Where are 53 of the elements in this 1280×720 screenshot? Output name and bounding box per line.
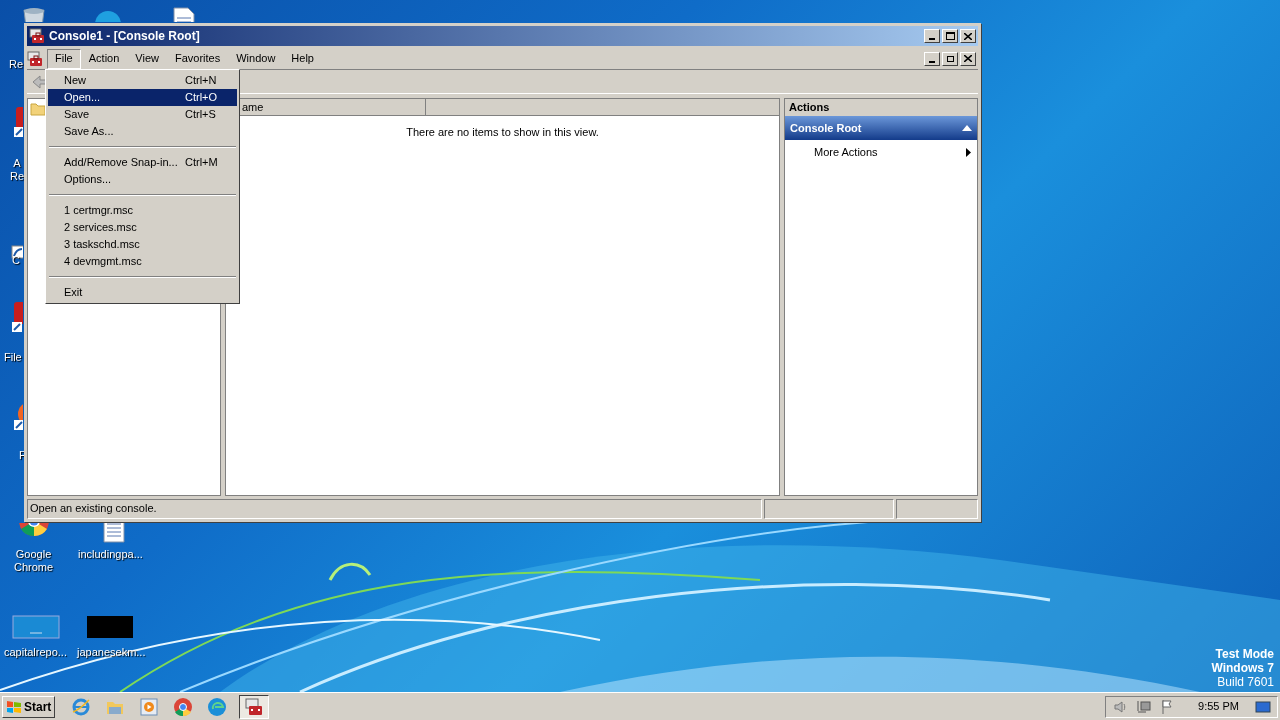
menu-option[interactable]: Exit bbox=[48, 284, 237, 301]
menu-item[interactable]: Help bbox=[283, 48, 322, 69]
close-button[interactable] bbox=[960, 51, 976, 66]
toolbox-icon[interactable] bbox=[239, 694, 270, 719]
icon-label: A Re bbox=[10, 157, 25, 183]
start-button[interactable]: Start bbox=[2, 695, 56, 718]
close-icon bbox=[964, 32, 972, 40]
menu-item[interactable]: Favorites bbox=[166, 48, 229, 69]
show-desktop-icon[interactable] bbox=[1255, 698, 1271, 715]
menu-option[interactable]: 4 devmgmt.msc bbox=[48, 253, 237, 270]
menu-item[interactable]: Window bbox=[228, 48, 284, 69]
icon-label: capitalrepo... bbox=[4, 646, 67, 659]
logo-icon bbox=[6, 698, 22, 715]
menu-option[interactable]: New Ctrl+N bbox=[48, 72, 237, 89]
menu-item[interactable]: View bbox=[127, 48, 167, 69]
collapse-icon[interactable] bbox=[962, 125, 972, 131]
restore-button[interactable] bbox=[942, 51, 958, 66]
icon-label: Google Chrome bbox=[14, 548, 54, 574]
toolbox-icon bbox=[27, 50, 43, 67]
maximize-button[interactable] bbox=[942, 29, 958, 43]
menu-option[interactable]: 3 taskschd.msc bbox=[48, 236, 237, 253]
document-icon[interactable] bbox=[86, 615, 134, 639]
column-header[interactable] bbox=[426, 99, 779, 116]
minimize-button[interactable] bbox=[924, 51, 940, 66]
menu-option[interactable]: Options... bbox=[48, 171, 237, 188]
icon-label: includingpa... bbox=[78, 548, 143, 561]
close-icon bbox=[964, 55, 972, 62]
menu-option[interactable]: Add/Remove Snap-in... Ctrl+M bbox=[48, 154, 237, 171]
section-title: Console Root bbox=[790, 120, 862, 136]
submenu-arrow-icon bbox=[966, 147, 971, 157]
actions-section-bar[interactable]: Console Root bbox=[785, 116, 977, 140]
close-button[interactable] bbox=[960, 29, 976, 43]
menu-option[interactable]: 1 certmgr.msc bbox=[48, 202, 237, 219]
menu-option[interactable]: Open... Ctrl+O bbox=[48, 89, 237, 106]
back-arrow-icon[interactable] bbox=[31, 73, 47, 90]
minimize-button[interactable] bbox=[924, 29, 940, 43]
action-item[interactable]: More Actions bbox=[785, 140, 977, 164]
icon-label: Re bbox=[9, 58, 24, 71]
status-bar-text: Open an existing console. bbox=[27, 499, 762, 519]
os-notice-text: Windows 7 bbox=[1211, 661, 1274, 675]
icon-label: File bbox=[4, 351, 22, 364]
menu-option[interactable]: Save As... bbox=[48, 123, 237, 140]
os-notice-text: Test Mode bbox=[1215, 647, 1274, 661]
menu-option[interactable]: 2 services.msc bbox=[48, 219, 237, 236]
clock[interactable]: 9:55 PM bbox=[1198, 698, 1239, 715]
network-icon[interactable] bbox=[1136, 698, 1153, 715]
os-notice-text: Build 7601 bbox=[1217, 675, 1274, 689]
menu-item[interactable]: File bbox=[47, 48, 81, 69]
menu-item[interactable]: Action bbox=[80, 48, 128, 69]
empty-message: There are no items to show in this view. bbox=[406, 125, 599, 140]
actions-header: Actions bbox=[785, 99, 977, 116]
window-title: Console1 - [Console Root] bbox=[49, 28, 201, 45]
toolbox-icon bbox=[29, 28, 45, 44]
